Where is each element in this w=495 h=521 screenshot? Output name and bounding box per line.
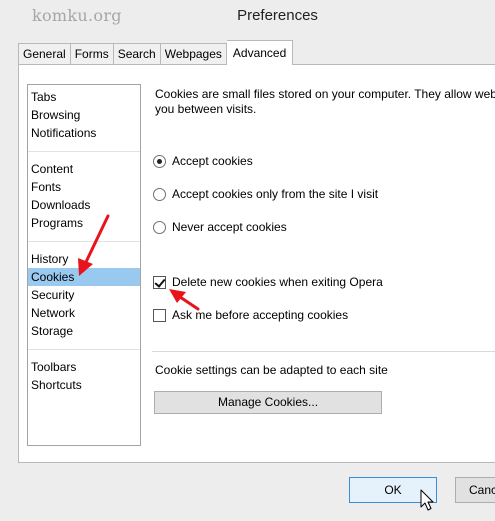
cookies-description-line-2: you between visits. xyxy=(155,102,257,116)
checkbox-checked-icon[interactable] xyxy=(153,275,166,289)
radio-never-accept-cookies-label: Never accept cookies xyxy=(172,220,287,234)
radio-accept-cookies-label: Accept cookies xyxy=(172,154,253,168)
radio-unselected-icon[interactable] xyxy=(153,187,166,201)
sidebar-divider xyxy=(28,241,140,242)
tab-general[interactable]: General xyxy=(18,43,71,65)
radio-never-accept-cookies[interactable]: Never accept cookies xyxy=(153,219,287,235)
sidebar-item-cookies[interactable]: Cookies xyxy=(28,268,140,286)
radio-selected-icon[interactable] xyxy=(153,154,166,168)
radio-unselected-icon[interactable] xyxy=(153,220,166,234)
checkbox-delete-cookies-on-exit[interactable]: Delete new cookies when exiting Opera xyxy=(153,274,383,290)
sidebar-item-content[interactable]: Content xyxy=(28,160,140,178)
sidebar-item-shortcuts[interactable]: Shortcuts xyxy=(28,376,140,394)
checkbox-ask-label: Ask me before accepting cookies xyxy=(172,308,349,322)
sidebar-divider xyxy=(28,349,140,350)
sidebar-item-toolbars[interactable]: Toolbars xyxy=(28,358,140,376)
sidebar-item-security[interactable]: Security xyxy=(28,286,140,304)
sidebar-divider xyxy=(28,151,140,152)
checkbox-delete-cookies-label: Delete new cookies when exiting Opera xyxy=(172,275,383,289)
advanced-sidebar: Tabs Browsing Notifications Content Font… xyxy=(27,84,141,446)
tab-forms[interactable]: Forms xyxy=(70,43,114,65)
sidebar-item-fonts[interactable]: Fonts xyxy=(28,178,140,196)
sidebar-item-browsing[interactable]: Browsing xyxy=(28,106,140,124)
checkbox-ask-before-accepting[interactable]: Ask me before accepting cookies xyxy=(153,307,348,323)
title-bar: komku.org Preferences xyxy=(0,0,495,32)
radio-accept-site-cookies-label: Accept cookies only from the site I visi… xyxy=(172,187,379,201)
window-title: Preferences xyxy=(237,7,318,24)
cookie-settings-note: Cookie settings can be adapted to each s… xyxy=(155,363,388,377)
checkbox-unchecked-icon[interactable] xyxy=(153,308,166,322)
radio-accept-cookies[interactable]: Accept cookies xyxy=(153,153,253,169)
sidebar-item-history[interactable]: History xyxy=(28,250,140,268)
cookies-description-line-1: Cookies are small files stored on your c… xyxy=(155,87,495,101)
sidebar-item-network[interactable]: Network xyxy=(28,304,140,322)
manage-cookies-button[interactable]: Manage Cookies... xyxy=(154,391,382,414)
sidebar-item-programs[interactable]: Programs xyxy=(28,214,140,232)
sidebar-item-storage[interactable]: Storage xyxy=(28,322,140,340)
radio-accept-site-cookies[interactable]: Accept cookies only from the site I visi… xyxy=(153,186,378,202)
cookies-description: Cookies are small files stored on your c… xyxy=(155,87,495,117)
tab-strip: General Forms Search Webpages Advanced xyxy=(18,40,294,65)
tab-advanced[interactable]: Advanced xyxy=(226,40,294,65)
sidebar-item-downloads[interactable]: Downloads xyxy=(28,196,140,214)
ok-button[interactable]: OK xyxy=(349,477,437,503)
tab-webpages[interactable]: Webpages xyxy=(160,43,227,65)
tab-search[interactable]: Search xyxy=(113,43,161,65)
cancel-button[interactable]: Canc xyxy=(455,477,495,503)
sidebar-item-tabs[interactable]: Tabs xyxy=(28,88,140,106)
section-divider xyxy=(152,351,495,352)
sidebar-item-notifications[interactable]: Notifications xyxy=(28,124,140,142)
